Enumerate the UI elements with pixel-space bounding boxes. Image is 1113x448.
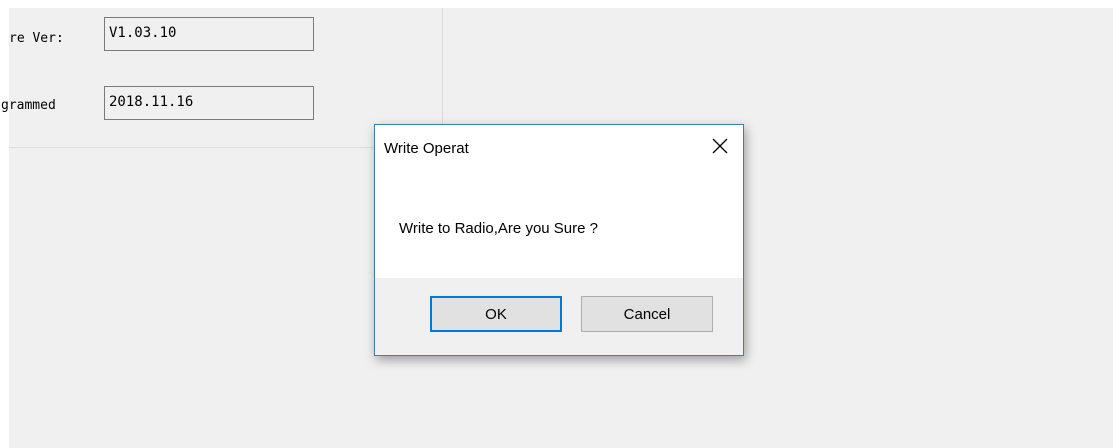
- ok-button[interactable]: OK: [430, 296, 562, 332]
- programmed-date-label: grammed: [1, 98, 56, 113]
- write-operation-dialog: Write Operat Write to Radio,Are you Sure…: [374, 124, 744, 356]
- firmware-version-field: V1.03.10: [104, 17, 314, 51]
- dialog-button-bar: OK Cancel: [375, 278, 743, 355]
- top-margin: [0, 0, 1113, 8]
- close-button[interactable]: [705, 131, 735, 161]
- programmed-date-field: 2018.11.16: [104, 86, 314, 120]
- dialog-message: Write to Radio,Are you Sure ?: [399, 220, 598, 237]
- cancel-button[interactable]: Cancel: [581, 296, 713, 332]
- firmware-version-label: re Ver:: [9, 31, 64, 46]
- dialog-title: Write Operat: [384, 140, 469, 157]
- left-margin: [0, 0, 9, 448]
- close-icon: [712, 138, 728, 154]
